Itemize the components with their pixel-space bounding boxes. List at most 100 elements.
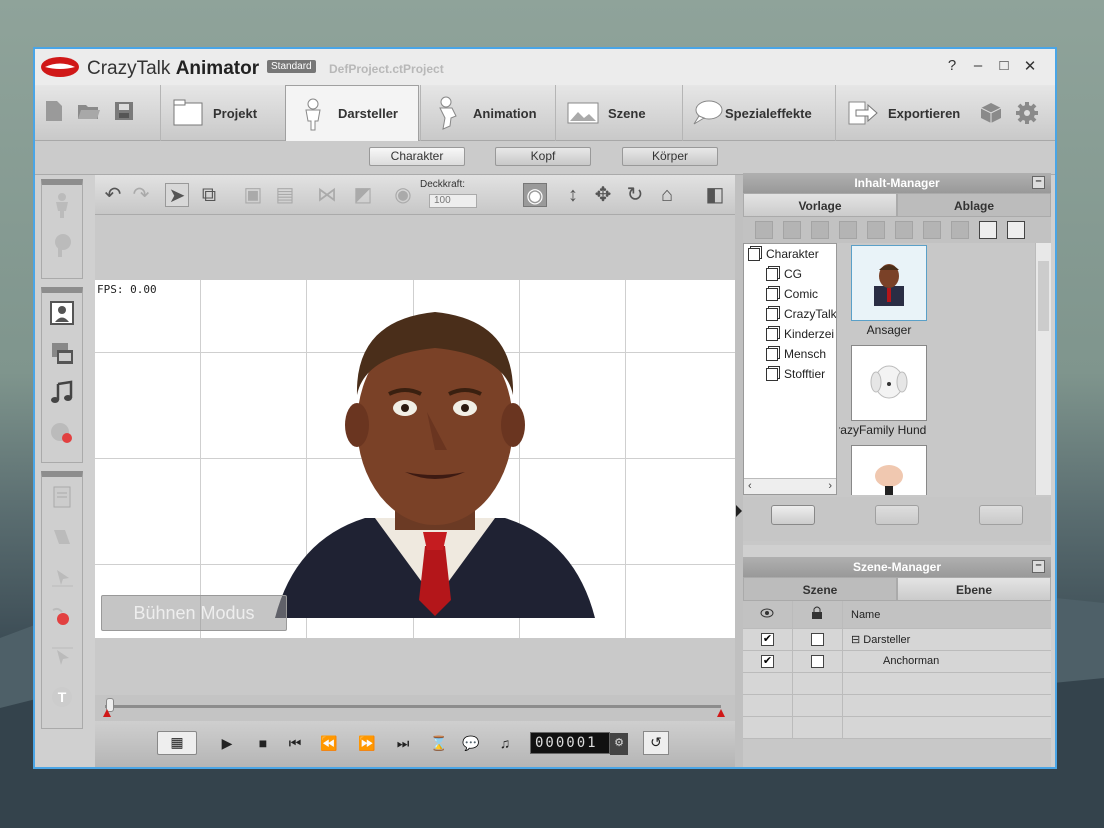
tab-darsteller[interactable]: Darsteller	[285, 85, 419, 141]
music-button[interactable]	[42, 373, 82, 413]
tab-ebene[interactable]: Ebene	[897, 577, 1051, 601]
folder-add-icon[interactable]	[755, 221, 773, 239]
portrait-button[interactable]	[42, 293, 82, 333]
tab-projekt[interactable]: Projekt	[160, 85, 284, 141]
copy-icon[interactable]	[811, 221, 829, 239]
tree-item[interactable]: CG	[744, 264, 836, 284]
music-note-icon[interactable]: ♫	[495, 733, 515, 753]
reset-view-icon[interactable]: ↺	[643, 731, 669, 755]
thumb-hund[interactable]	[851, 345, 927, 421]
transform-icon[interactable]: ⧉	[197, 183, 221, 207]
tab-spezialeffekte[interactable]: Spezialeffekte	[682, 85, 834, 141]
stop-icon[interactable]: ■	[253, 733, 273, 753]
collapse-arrow-icon[interactable]	[736, 505, 742, 517]
mirror-icon[interactable]: ⋈	[315, 183, 339, 207]
move-vertical-icon[interactable]: ↕	[561, 183, 585, 207]
ungroup-icon[interactable]: ▤	[273, 183, 297, 207]
add-to-library-button[interactable]	[875, 505, 919, 525]
tree-prop-button[interactable]	[42, 225, 82, 265]
face-voice-button[interactable]	[42, 413, 82, 453]
dice-icon[interactable]	[979, 101, 1003, 125]
anchorman-character[interactable]	[265, 300, 605, 620]
tree-item[interactable]: Comic	[744, 284, 836, 304]
collapse-button[interactable]: –	[1032, 560, 1045, 573]
tab-ablage[interactable]: Ablage	[897, 193, 1051, 217]
lock-checkbox[interactable]	[811, 633, 824, 646]
play-icon[interactable]: ▶	[217, 733, 237, 753]
export-icon[interactable]	[951, 221, 969, 239]
actor-pose-button[interactable]	[42, 185, 82, 225]
tree-item[interactable]: Mensch	[744, 344, 836, 364]
visible-checkbox[interactable]: ✔	[761, 633, 774, 646]
visibility-icon[interactable]: ◉	[391, 183, 415, 207]
fast-forward-icon[interactable]: ⏩	[357, 733, 377, 753]
counter-settings-icon[interactable]: ⚙	[610, 733, 628, 755]
tree-item[interactable]: CrazyTalk	[744, 304, 836, 324]
move-all-icon[interactable]: ✥	[591, 183, 615, 207]
save-icon[interactable]	[895, 221, 913, 239]
replace-button[interactable]	[979, 505, 1023, 525]
motion-button[interactable]	[42, 557, 82, 597]
redo-icon[interactable]: ↷	[129, 183, 153, 207]
undo-icon[interactable]: ↶	[101, 183, 125, 207]
save-icon[interactable]	[113, 99, 135, 123]
camera-view-icon[interactable]: ◉	[523, 183, 547, 207]
grid-view-icon[interactable]	[923, 221, 941, 239]
tree-item[interactable]: Kinderzei	[744, 324, 836, 344]
open-folder-icon[interactable]	[77, 99, 101, 123]
lock-checkbox[interactable]	[811, 655, 824, 668]
last-frame-icon[interactable]: ⏭	[393, 733, 413, 753]
speech-icon[interactable]: 💬	[461, 733, 481, 753]
new-file-icon[interactable]	[43, 99, 65, 123]
first-frame-icon[interactable]: ⏮	[285, 733, 305, 753]
help-button[interactable]: ?	[939, 57, 965, 75]
tab-szene[interactable]: Szene	[555, 85, 681, 141]
tab-exportieren[interactable]: Exportieren	[835, 85, 969, 141]
select-arrow-icon[interactable]: ➤	[165, 183, 189, 207]
thumb-next[interactable]	[851, 445, 927, 495]
timeline-slider[interactable]	[95, 695, 735, 721]
tab-animation[interactable]: Animation	[420, 85, 554, 141]
stage-mode-button[interactable]: Bühnen Modus	[101, 595, 287, 631]
stage-viewport[interactable]: FPS: 0.00 Bühnen Modus	[95, 280, 735, 638]
subtab-kopf[interactable]: Kopf	[495, 147, 591, 166]
paste-icon[interactable]	[839, 221, 857, 239]
frame-counter[interactable]: 000001	[530, 732, 610, 754]
tab-szene[interactable]: Szene	[743, 577, 897, 601]
subtab-charakter[interactable]: Charakter	[369, 147, 465, 166]
thumb-ansager[interactable]	[851, 245, 927, 321]
loop-icon[interactable]: ⌛	[429, 733, 449, 753]
opacity-input[interactable]: 100	[429, 194, 477, 208]
puppet-button[interactable]	[42, 637, 82, 677]
tree-root[interactable]: Charakter	[744, 244, 836, 264]
collapse-button[interactable]: –	[1032, 176, 1045, 189]
stage-light-icon[interactable]: ◧	[703, 183, 727, 207]
rotate-icon[interactable]: ↻	[623, 183, 647, 207]
minimize-button[interactable]: –	[965, 57, 991, 75]
flip-button[interactable]	[42, 517, 82, 557]
gear-icon[interactable]	[1015, 101, 1039, 125]
subtab-koerper[interactable]: Körper	[622, 147, 718, 166]
record-button[interactable]	[42, 597, 82, 637]
group-icon[interactable]: ▣	[241, 183, 265, 207]
tree-hscroll[interactable]: ‹ ›	[744, 478, 836, 494]
apply-button[interactable]	[771, 505, 815, 525]
text-button[interactable]: T	[42, 677, 82, 717]
timeline-toggle-icon[interactable]: ▦	[157, 731, 197, 755]
home-icon[interactable]: ⌂	[655, 183, 679, 207]
panel-splitter[interactable]	[735, 175, 743, 767]
search-icon[interactable]	[1007, 221, 1025, 239]
thumbnail-view-icon[interactable]	[979, 221, 997, 239]
remove-icon[interactable]	[867, 221, 885, 239]
close-button[interactable]: ✕	[1017, 57, 1043, 75]
layer-order-icon[interactable]: ◩	[351, 183, 375, 207]
tab-vorlage[interactable]: Vorlage	[743, 193, 897, 217]
script-button[interactable]	[42, 477, 82, 517]
table-row[interactable]: ✔ ⊟ Darsteller	[743, 629, 1051, 651]
rewind-icon[interactable]: ⏪	[319, 733, 339, 753]
tree-item[interactable]: Stofftier	[744, 364, 836, 384]
maximize-button[interactable]: □	[991, 57, 1017, 75]
thumbnail-scrollbar[interactable]	[1035, 243, 1051, 495]
delete-icon[interactable]	[783, 221, 801, 239]
table-row[interactable]: ✔ Anchorman	[743, 651, 1051, 673]
